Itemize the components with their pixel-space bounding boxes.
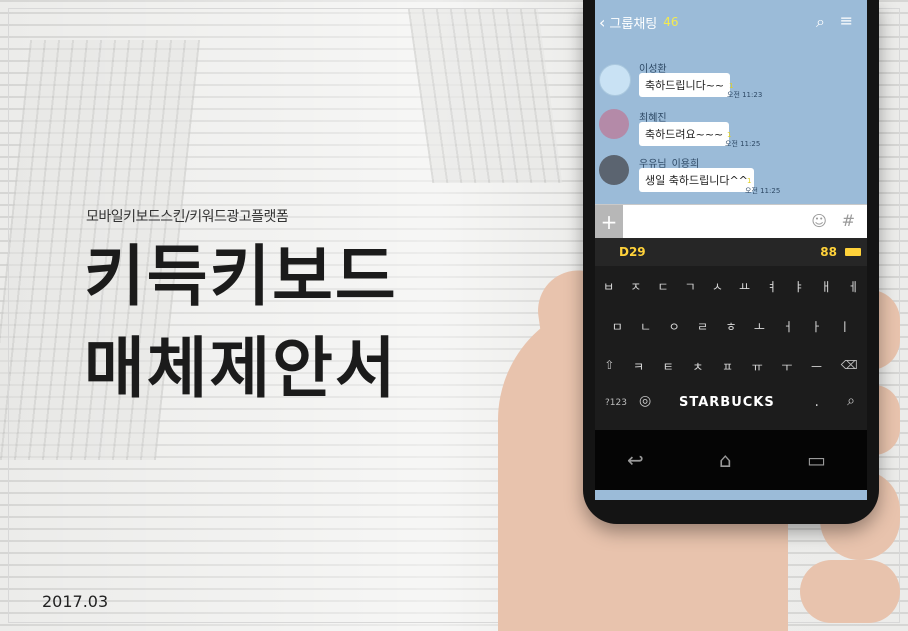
key[interactable]: ㅓ: [782, 318, 793, 335]
keyboard-top-bar: D29 88: [595, 238, 867, 266]
key[interactable]: ㅊ: [692, 358, 703, 375]
coin-count[interactable]: 88: [820, 245, 837, 259]
key[interactable]: ㅑ: [793, 278, 804, 295]
avatar-icon[interactable]: [599, 155, 629, 185]
avatar-icon[interactable]: [599, 109, 629, 139]
menu-icon[interactable]: ≡: [840, 11, 853, 30]
hand-finger-4: [800, 560, 900, 623]
nav-recent-icon[interactable]: ▭: [807, 448, 826, 472]
keyboard-skin: D29 88 ㅂ ㅈ ㄷ ㄱ ㅅ ㅛ ㅕ ㅑ ㅐ ㅔ ㅁ ㄴ ㅇ ㄹ ㅎ ㅗ ㅓ…: [595, 238, 867, 430]
key[interactable]: ㅣ: [839, 318, 850, 335]
key[interactable]: ㅕ: [766, 278, 777, 295]
key[interactable]: ㅁ: [612, 318, 623, 335]
keyboard-search-icon[interactable]: ⌕: [847, 393, 855, 409]
slide-subtitle: 모바일키보드스킨/키워드광고플랫폼: [86, 209, 289, 225]
key[interactable]: ㅌ: [663, 358, 674, 375]
key-row-3: ⇧ ㅋ ㅌ ㅊ ㅍ ㅠ ㅜ ㅡ ⌫: [595, 358, 867, 375]
search-icon[interactable]: ⌕: [816, 12, 825, 32]
key[interactable]: ㄷ: [657, 278, 668, 295]
chat-message: 최혜진 축하드려요~~~ 1 오전 11:25: [599, 109, 861, 153]
chat-message: 이성환 축하드립니다~~ 1 오전 11:23: [599, 60, 861, 104]
key[interactable]: ㄱ: [685, 278, 696, 295]
brand-space-key[interactable]: STARBUCKS: [679, 395, 775, 410]
chat-message: 우유님_이용희 생일 축하드립니다^^ 1 오전 11:25: [599, 155, 861, 199]
chat-title: 그룹채팅: [609, 16, 658, 32]
key-row-1: ㅂ ㅈ ㄷ ㄱ ㅅ ㅛ ㅕ ㅑ ㅐ ㅔ: [595, 278, 867, 295]
new-badge-icon: [845, 248, 861, 256]
title-line-1: 키득키보드: [84, 238, 398, 315]
message-bubble[interactable]: 축하드립니다~~: [639, 73, 731, 97]
hashtag-icon[interactable]: #: [842, 211, 855, 230]
key[interactable]: ㅂ: [603, 278, 614, 295]
chat-input-bar[interactable]: + ☺ #: [595, 204, 867, 239]
back-icon[interactable]: ‹: [599, 13, 605, 32]
unread-count: 1: [747, 177, 752, 185]
d-day-badge[interactable]: D29: [619, 245, 646, 259]
plus-icon[interactable]: +: [595, 205, 623, 239]
smartphone: ‹ 그룹채팅 46 ⌕ ≡ 이성환 축하드립니다~~ 1 오전 11:23 최혜…: [583, 0, 879, 524]
nav-home-icon[interactable]: ⌂: [719, 448, 732, 472]
shift-icon[interactable]: ⇧: [604, 358, 614, 375]
message-bubble[interactable]: 생일 축하드립니다^^: [639, 168, 754, 192]
android-nav-bar: ↩ ⌂ ▭: [595, 430, 867, 490]
key[interactable]: ㅇ: [669, 318, 680, 335]
key[interactable]: ㄹ: [697, 318, 708, 335]
unread-count: 1: [727, 131, 732, 139]
key-row-2: ㅁ ㄴ ㅇ ㄹ ㅎ ㅗ ㅓ ㅏ ㅣ: [595, 318, 867, 335]
key[interactable]: ㅛ: [739, 278, 750, 295]
unread-count: 1: [729, 82, 734, 90]
key[interactable]: ㅏ: [811, 318, 822, 335]
slide-date: 2017.03: [42, 592, 109, 611]
key[interactable]: ㅐ: [821, 278, 832, 295]
key[interactable]: ㅎ: [725, 318, 736, 335]
key[interactable]: ㅗ: [754, 318, 765, 335]
key[interactable]: ㅠ: [752, 358, 763, 375]
chat-header: ‹ 그룹채팅 46 ⌕ ≡: [595, 0, 867, 44]
message-time: 오전 11:25: [745, 187, 781, 195]
nav-back-icon[interactable]: ↩: [627, 448, 644, 472]
title-line-2: 매체제안서: [84, 330, 398, 407]
key[interactable]: ㅋ: [633, 358, 644, 375]
key[interactable]: ㄴ: [640, 318, 651, 335]
message-bubble[interactable]: 축하드려요~~~: [639, 122, 730, 146]
numbers-key[interactable]: ?123: [605, 398, 627, 408]
member-count: 46: [663, 15, 679, 29]
message-time: 오전 11:23: [727, 91, 763, 99]
key[interactable]: ㅅ: [712, 278, 723, 295]
phone-screen: ‹ 그룹채팅 46 ⌕ ≡ 이성환 축하드립니다~~ 1 오전 11:23 최혜…: [595, 0, 867, 500]
message-time: 오전 11:25: [725, 140, 761, 148]
key[interactable]: ㅔ: [848, 278, 859, 295]
backspace-icon[interactable]: ⌫: [841, 358, 858, 375]
emoji-icon[interactable]: ☺: [811, 212, 827, 230]
globe-icon[interactable]: ◎: [639, 393, 651, 409]
avatar-icon[interactable]: [599, 64, 631, 96]
key[interactable]: ㅍ: [722, 358, 733, 375]
key[interactable]: ㅡ: [811, 358, 822, 375]
key[interactable]: ㅜ: [781, 358, 792, 375]
key[interactable]: ㅈ: [630, 278, 641, 295]
period-key[interactable]: .: [815, 394, 819, 410]
